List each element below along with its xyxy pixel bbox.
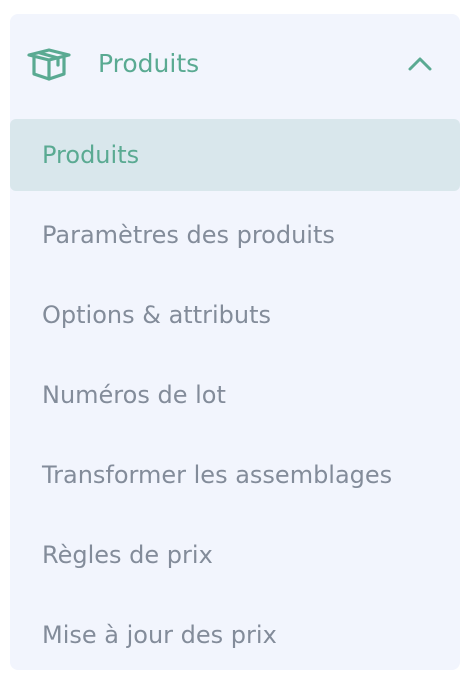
- submenu-item-numeros-de-lot[interactable]: Numéros de lot: [10, 359, 460, 431]
- section-title: Produits: [98, 49, 200, 78]
- box-icon: [26, 46, 72, 82]
- submenu-item-label: Transformer les assemblages: [42, 461, 393, 489]
- chevron-up-icon[interactable]: [405, 50, 435, 76]
- submenu-list: Produits Paramètres des produits Options…: [10, 119, 460, 670]
- submenu-item-produits[interactable]: Produits: [10, 119, 460, 191]
- submenu-item-label: Numéros de lot: [42, 381, 226, 409]
- submenu-item-parametres-des-produits[interactable]: Paramètres des produits: [10, 199, 460, 271]
- submenu-item-label: Produits: [42, 141, 140, 169]
- products-sidebar-section: Produits Produits Paramètres des produit…: [10, 14, 460, 670]
- products-section-header[interactable]: Produits: [10, 14, 460, 114]
- submenu-item-label: Paramètres des produits: [42, 221, 335, 249]
- submenu-item-label: Règles de prix: [42, 541, 213, 569]
- submenu-item-regles-de-prix[interactable]: Règles de prix: [10, 519, 460, 591]
- submenu-item-label: Options & attributs: [42, 301, 271, 329]
- submenu-item-options-attributs[interactable]: Options & attributs: [10, 279, 460, 351]
- submenu-item-label: Mise à jour des prix: [42, 621, 277, 649]
- submenu-item-mise-a-jour-des-prix[interactable]: Mise à jour des prix: [10, 599, 460, 670]
- submenu-item-transformer-les-assemblages[interactable]: Transformer les assemblages: [10, 439, 460, 511]
